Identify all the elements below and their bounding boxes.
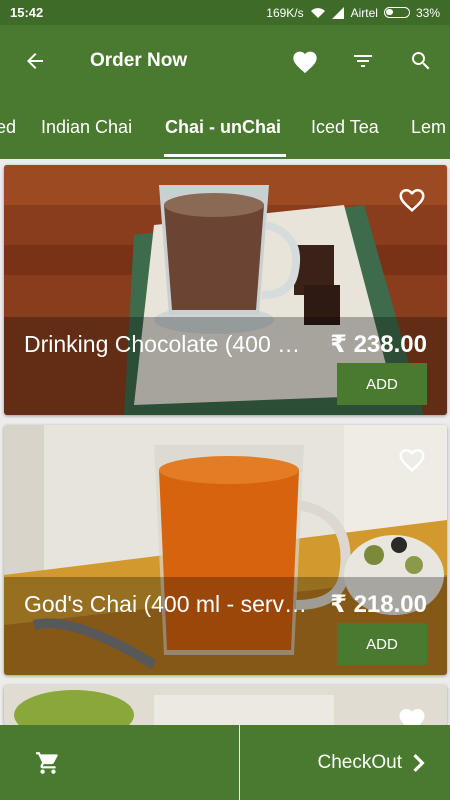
- favorites-button[interactable]: [276, 25, 334, 97]
- filter-icon: [354, 55, 372, 67]
- tab-chai-unchai[interactable]: Chai - unChai: [165, 117, 281, 138]
- product-name: Drinking Chocolate (400 ml - serves 2): [24, 331, 314, 357]
- tab-partial-left[interactable]: ed: [0, 117, 16, 138]
- app-bar: Order Now: [0, 25, 450, 97]
- search-icon: [412, 52, 430, 70]
- status-indicators: 169K/s Airtel 33%: [266, 6, 440, 20]
- tab-iced-tea[interactable]: Iced Tea: [311, 117, 379, 138]
- product-card-partial[interactable]: [4, 685, 447, 725]
- page-title: Order Now: [90, 50, 188, 71]
- product-price: ₹ 218.00: [330, 591, 427, 618]
- search-button[interactable]: [392, 25, 450, 97]
- heart-outline-icon[interactable]: [397, 185, 427, 213]
- heart-icon: [293, 51, 317, 74]
- product-image-partial: [4, 685, 447, 725]
- battery-level: 33%: [415, 5, 440, 20]
- add-button[interactable]: ADD: [337, 623, 427, 665]
- filter-button[interactable]: [334, 25, 392, 97]
- arrow-left-icon: [27, 53, 43, 69]
- product-card-drinking-chocolate[interactable]: Drinking Chocolate (400 ml - serves 2) ₹…: [4, 165, 447, 415]
- bottom-bar: CheckOut: [0, 725, 450, 800]
- chevron-right-icon: [413, 753, 425, 772]
- heart-outline-icon[interactable]: [397, 705, 427, 725]
- category-tabs: ed Indian Chai Chai - unChai Iced Tea Le…: [0, 97, 450, 159]
- carrier-name: Airtel: [350, 5, 378, 20]
- tab-lemon[interactable]: Lem: [411, 117, 446, 138]
- status-time: 15:42: [10, 5, 44, 20]
- add-button[interactable]: ADD: [337, 363, 427, 405]
- signal-icon: [331, 6, 344, 19]
- checkout-label: CheckOut: [317, 751, 402, 773]
- checkout-button[interactable]: CheckOut: [240, 725, 450, 800]
- heart-outline-icon[interactable]: [397, 445, 427, 473]
- status-bar: 15:42 169K/s Airtel 33%: [0, 0, 450, 25]
- product-price: ₹ 238.00: [330, 331, 427, 358]
- wifi-icon: [310, 7, 325, 18]
- product-name: God's Chai (400 ml - serves 2): [24, 591, 314, 617]
- network-speed: 169K/s: [266, 5, 304, 20]
- cart-icon: [36, 751, 58, 774]
- cart-button[interactable]: [0, 725, 240, 800]
- active-tab-indicator: [164, 154, 286, 157]
- tab-indian-chai[interactable]: Indian Chai: [41, 117, 132, 138]
- product-card-gods-chai[interactable]: God's Chai (400 ml - serves 2) ₹ 218.00 …: [4, 425, 447, 675]
- battery-icon: [383, 7, 410, 18]
- back-button[interactable]: [0, 25, 70, 97]
